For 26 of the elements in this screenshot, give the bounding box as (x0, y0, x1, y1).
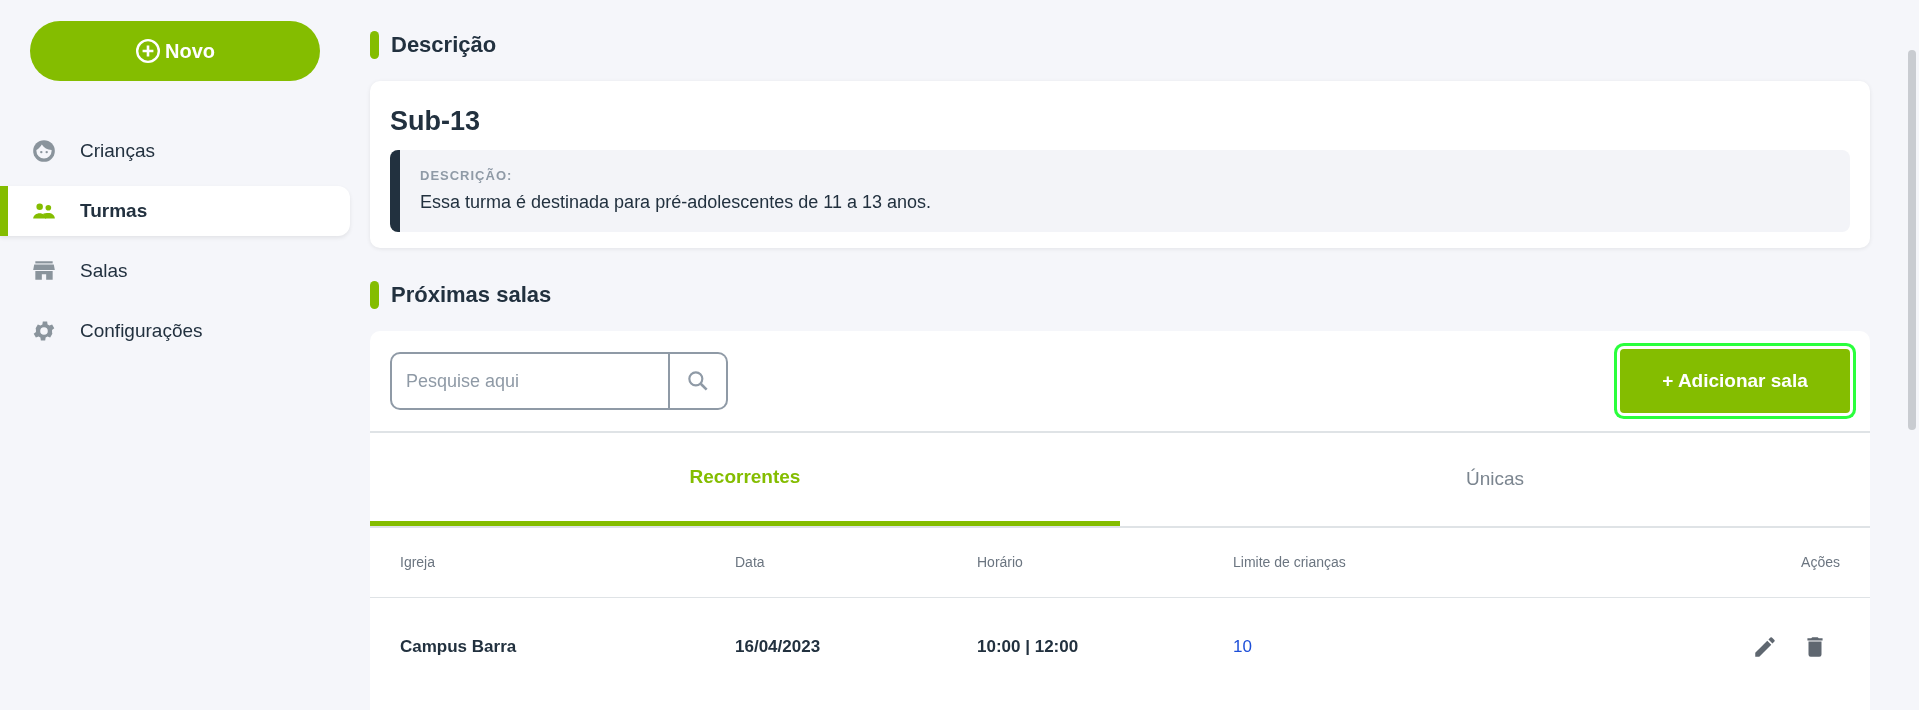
column-header: Limite de crianças (1233, 553, 1347, 572)
column-header: Data (735, 553, 766, 572)
sidebar-item[interactable]: Crianças (0, 126, 350, 176)
table-cell-text: Campus Barra (400, 636, 518, 659)
table-cell-text: 10 (1233, 636, 1253, 659)
heading-marker (370, 280, 379, 309)
search-button[interactable] (670, 352, 728, 410)
heading-marker (370, 30, 379, 59)
column-header: Igreja (400, 553, 437, 572)
search-field[interactable]: Pesquise aqui (390, 352, 670, 410)
sidebar-item[interactable]: Configurações (0, 306, 350, 356)
section-heading: Descrição (391, 31, 497, 59)
section-heading: Próximas salas (391, 281, 552, 309)
column-header: Horário (977, 553, 1024, 572)
edit-icon[interactable] (1752, 634, 1778, 660)
table-cell-text: 10:00 | 12:00 (977, 636, 1080, 659)
column-header: Ações (1800, 553, 1840, 572)
sidebar-item[interactable]: Turmas (0, 186, 350, 236)
class-title: Sub-13 (390, 105, 482, 138)
tab[interactable]: Únicas (1120, 433, 1870, 526)
face-icon (31, 138, 57, 164)
plus-circle-icon (135, 38, 161, 64)
table-cell-text: 16/04/2023 (735, 636, 822, 659)
description-label: DESCRIÇÃO: (420, 166, 514, 185)
sidebar-item[interactable]: Salas (0, 246, 350, 296)
description-text: Essa turma é destinada para pré-adolescentes de 11 a 13 anos. (420, 191, 932, 214)
